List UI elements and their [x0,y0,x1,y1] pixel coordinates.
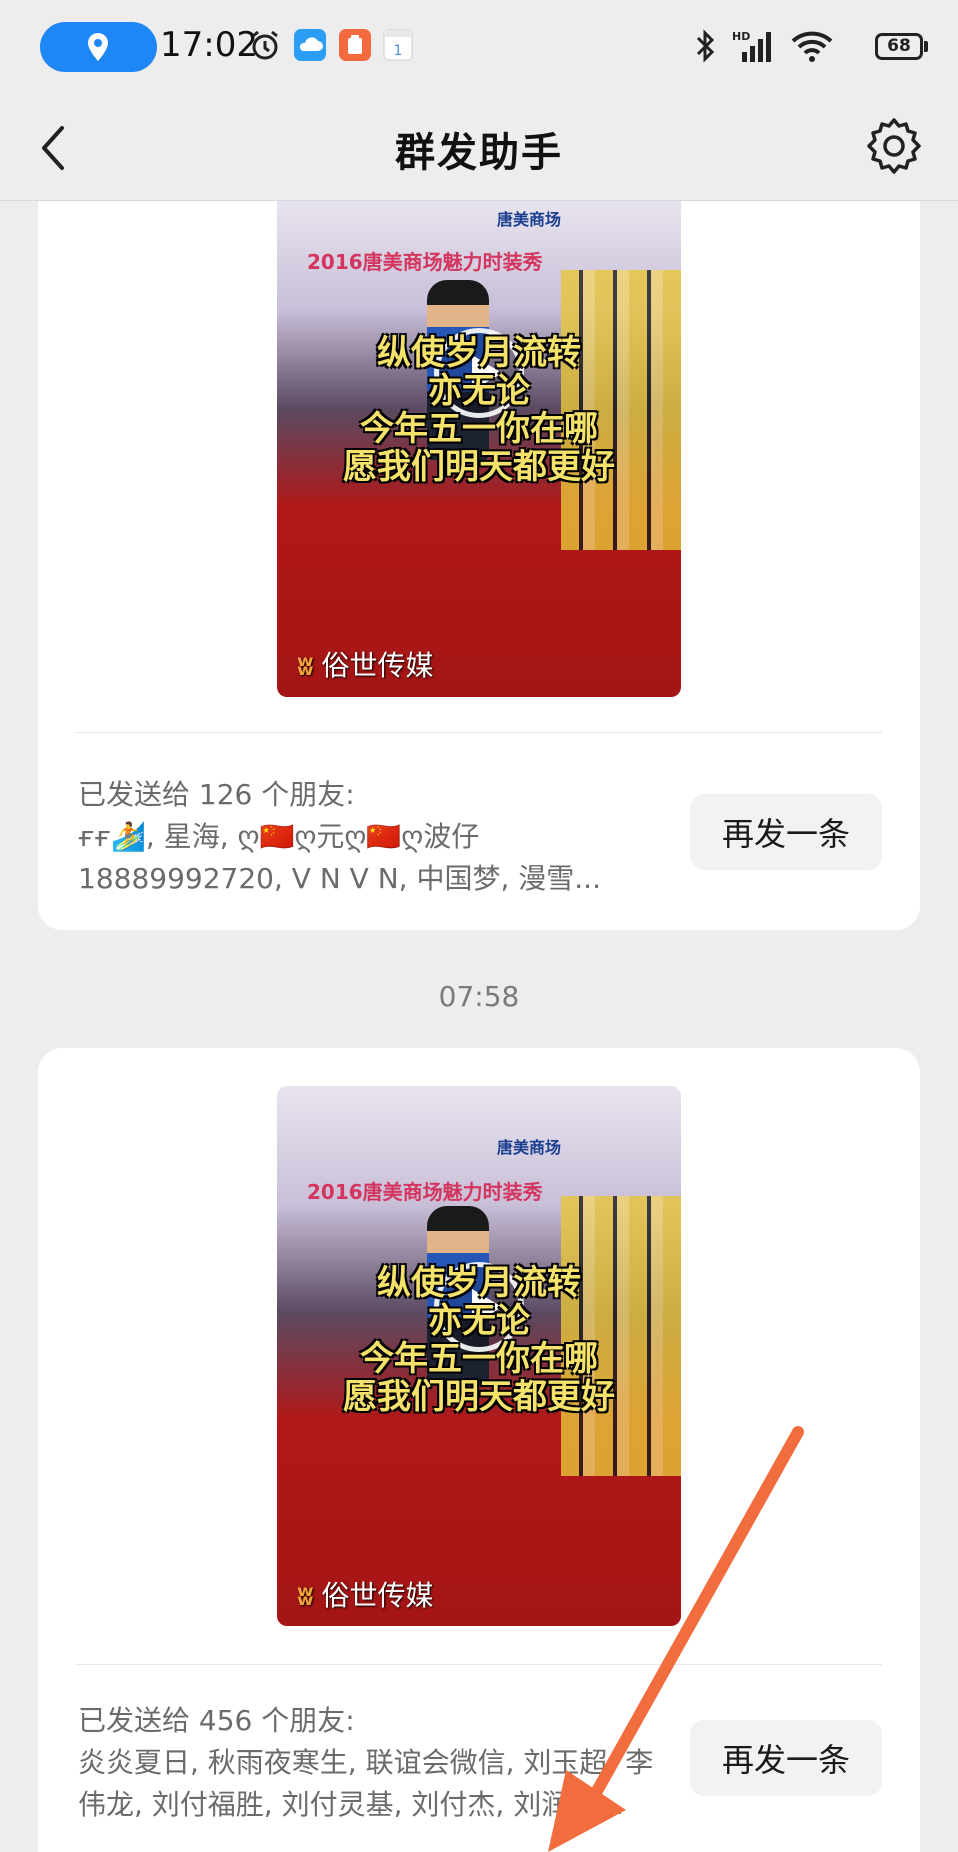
video-subtitle-2: 亦无论 [428,371,530,411]
status-time: 17:02 [160,25,258,65]
video-banner: 2016唐美商场魅力时装秀 [307,1180,543,1204]
video-watermark: ʬ 俗世传媒 [297,1574,434,1614]
recipients-line: 伟龙, 刘付福胜, 刘付灵基, 刘付杰, 刘润华... [78,1788,624,1821]
sent-count: 已发送给 126 个朋友: [78,778,355,811]
wifi-icon [791,31,833,62]
watermark-text: 俗世传媒 [321,1579,434,1612]
message-card: 唐美商场 2016唐美商场魅力时装秀 纵使岁月流转 亦无论 今年五一你在哪 愿我… [38,1048,920,1852]
video-mall-name: 唐美商场 [497,1138,562,1157]
location-icon [88,33,108,61]
divider [76,732,882,733]
watermark-logo-icon: ʬ [297,649,314,682]
video-subtitle-2: 亦无论 [428,1301,530,1341]
nav-bar: 群发助手 [0,96,958,201]
video-subtitle-4: 愿我们明天都更好 [343,447,615,487]
video-thumbnail[interactable]: 唐美商场 2016唐美商场魅力时装秀 纵使岁月流转 亦无论 今年五一你在哪 愿我… [277,200,681,697]
divider [76,1664,882,1665]
status-bar: 17:02 1 HD 68 [0,0,958,96]
calendar-icon: 1 [383,29,413,61]
recipients-line: 18889992720, V N V N, 中国梦, 漫雪... [78,862,601,895]
video-banner: 2016唐美商场魅力时装秀 [307,250,543,274]
battery-tip [924,41,928,52]
watermark-logo-icon: ʬ [297,1579,314,1612]
bluetooth-icon [696,29,715,63]
app-icon [339,29,371,61]
page-title: 群发助手 [395,130,563,176]
resend-button[interactable]: 再发一条 [690,794,882,870]
battery-icon: 68 [875,33,923,60]
svg-text:HD: HD [732,30,750,43]
recipients-info: 已发送给 456 个朋友: 炎炎夏日, 秋雨夜寒生, 联谊会微信, 刘玉超, 李… [78,1700,678,1826]
video-subtitle-1: 纵使岁月流转 [377,1263,581,1303]
recipients-line: 炎炎夏日, 秋雨夜寒生, 联谊会微信, 刘玉超, 李 [78,1746,654,1779]
message-list[interactable]: 唐美商场 2016唐美商场魅力时装秀 纵使岁月流转 亦无论 今年五一你在哪 愿我… [0,200,958,1852]
message-card: 唐美商场 2016唐美商场魅力时装秀 纵使岁月流转 亦无论 今年五一你在哪 愿我… [38,200,920,930]
location-pill[interactable] [40,22,157,72]
recipients-info: 已发送给 126 个朋友: ғғ🏄, 星海, ღ🇨🇳ღ元ღ🇨🇳ღ波仔 18889… [78,774,678,900]
video-subtitle-1: 纵使岁月流转 [377,333,581,373]
signal-icon: HD [732,30,771,62]
message-timestamp: 07:58 [438,980,520,1013]
recipients-line: ғғ🏄, 星海, ღ🇨🇳ღ元ღ🇨🇳ღ波仔 [78,820,480,853]
battery-level: 68 [887,36,911,56]
watermark-text: 俗世传媒 [321,649,434,682]
video-subtitle-4: 愿我们明天都更好 [343,1377,615,1417]
sent-count: 已发送给 456 个朋友: [78,1704,355,1737]
video-thumbnail[interactable]: 唐美商场 2016唐美商场魅力时装秀 纵使岁月流转 亦无论 今年五一你在哪 愿我… [277,1086,681,1626]
video-watermark: ʬ 俗世传媒 [297,644,434,684]
resend-button[interactable]: 再发一条 [690,1720,882,1796]
video-subtitle-3: 今年五一你在哪 [360,409,598,449]
gear-icon[interactable] [862,114,926,178]
video-mall-name: 唐美商场 [497,210,562,229]
cloud-icon [294,29,326,61]
alarm-icon [252,30,278,60]
svg-text:1: 1 [394,43,403,59]
video-subtitle-3: 今年五一你在哪 [360,1339,598,1379]
